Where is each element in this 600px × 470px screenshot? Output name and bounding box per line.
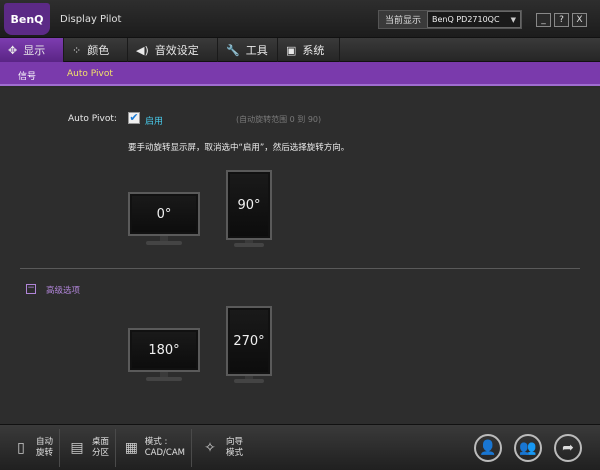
- section-divider: [20, 268, 580, 269]
- title-bar: BenQ Display Pilot 当前显示 BenQ PD2710QC ▼ …: [0, 0, 600, 38]
- monitor-180-button[interactable]: 180°: [128, 328, 200, 384]
- share-button[interactable]: ➦: [554, 434, 582, 462]
- orientation-label: 0°: [156, 206, 172, 222]
- help-button[interactable]: ?: [554, 13, 569, 27]
- monitor-base: [234, 379, 264, 383]
- auto-rotate-icon: ▯: [17, 440, 25, 456]
- cad-mode-icon: ▦: [124, 440, 138, 456]
- tab-label: 工具: [245, 44, 268, 57]
- enable-label[interactable]: 启用: [145, 114, 163, 127]
- tab-tools[interactable]: 🔧 工具: [218, 38, 278, 62]
- advanced-options-label[interactable]: 高级选项: [46, 284, 80, 296]
- auto-rotate-button[interactable]: ▯ 自动 旋转: [6, 429, 60, 467]
- desktop-partition-icon: ▤: [70, 440, 84, 456]
- orientation-label: 90°: [237, 197, 261, 213]
- monitor-screen: 180°: [128, 328, 200, 372]
- bottom-toolbar: ▯ 自动 旋转 ▤ 桌面 分区 ▦ 模式 : CAD/CAM ✧ 向导 模式 👤…: [0, 424, 600, 470]
- users-icon: 👥: [519, 440, 537, 456]
- tab-label: 显示: [23, 44, 46, 57]
- color-icon: ⁘: [72, 43, 82, 57]
- monitor-base: [146, 241, 182, 245]
- tab-label: 系统: [302, 44, 325, 57]
- user-button[interactable]: 👤: [474, 434, 502, 462]
- subtab-signal[interactable]: 信号: [18, 69, 36, 82]
- tab-display[interactable]: ✥ 显示: [0, 38, 64, 62]
- app-title: Display Pilot: [60, 14, 122, 25]
- button-label: 模式 : CAD/CAM: [144, 437, 185, 458]
- wizard-mode-button[interactable]: ✧ 向导 模式: [194, 429, 266, 467]
- collapse-icon[interactable]: −: [26, 284, 36, 294]
- monitor-270-button[interactable]: 270°: [226, 306, 272, 384]
- wizard-icon: ✧: [204, 440, 216, 456]
- user-icon: 👤: [479, 440, 497, 456]
- current-display-label: 当前显示: [385, 16, 422, 26]
- button-label: 自动 旋转: [35, 437, 53, 458]
- monitor-screen: 90°: [226, 170, 272, 240]
- users-button[interactable]: 👥: [514, 434, 542, 462]
- close-button[interactable]: X: [572, 13, 587, 27]
- subtab-auto-pivot[interactable]: Auto Pivot: [67, 69, 113, 79]
- display-icon: ✥: [8, 43, 18, 57]
- cad-mode-button[interactable]: ▦ 模式 : CAD/CAM: [118, 429, 192, 467]
- sub-tab-bar: 信号 Auto Pivot: [0, 62, 600, 86]
- benq-logo: BenQ: [4, 3, 50, 35]
- current-display-box: 当前显示 BenQ PD2710QC ▼: [378, 10, 522, 29]
- monitor-screen: 270°: [226, 306, 272, 376]
- desktop-partition-button[interactable]: ▤ 桌面 分区: [62, 429, 116, 467]
- speaker-icon: ◀): [136, 43, 149, 57]
- content-panel: Auto Pivot: ✔ 启用 (自动旋转范围 0 到 90) 要手动旋转显示…: [0, 88, 600, 424]
- monitor-screen: 0°: [128, 192, 200, 236]
- tab-color[interactable]: ⁘ 颜色: [64, 38, 128, 62]
- share-icon: ➦: [562, 440, 574, 456]
- tab-system[interactable]: ▣ 系统: [278, 38, 340, 62]
- chevron-down-icon: ▼: [510, 15, 516, 24]
- button-label: 桌面 分区: [91, 437, 109, 458]
- orientation-label: 180°: [148, 342, 180, 358]
- wrench-icon: 🔧: [226, 43, 240, 57]
- auto-pivot-label: Auto Pivot:: [68, 114, 117, 124]
- display-select[interactable]: BenQ PD2710QC ▼: [427, 11, 521, 28]
- tab-label: 音效设定: [154, 44, 199, 57]
- system-icon: ▣: [286, 43, 297, 57]
- enable-checkbox[interactable]: ✔: [128, 112, 140, 124]
- tab-audio[interactable]: ◀) 音效设定: [128, 38, 218, 62]
- monitor-90-button[interactable]: 90°: [226, 170, 272, 248]
- button-label: 向导 模式: [226, 437, 244, 458]
- minimize-button[interactable]: _: [536, 13, 551, 27]
- orientation-label: 270°: [233, 333, 265, 349]
- display-select-value: BenQ PD2710QC: [432, 15, 500, 24]
- monitor-base: [146, 377, 182, 381]
- instruction-text: 要手动旋转显示屏，取消选中“启用”，然后选择旋转方向。: [128, 143, 350, 153]
- main-tab-bar: ✥ 显示 ⁘ 颜色 ◀) 音效设定 🔧 工具 ▣ 系统: [0, 38, 600, 62]
- monitor-0-button[interactable]: 0°: [128, 192, 200, 248]
- tab-label: 颜色: [87, 44, 110, 57]
- range-note: (自动旋转范围 0 到 90): [236, 115, 322, 124]
- monitor-base: [234, 243, 264, 247]
